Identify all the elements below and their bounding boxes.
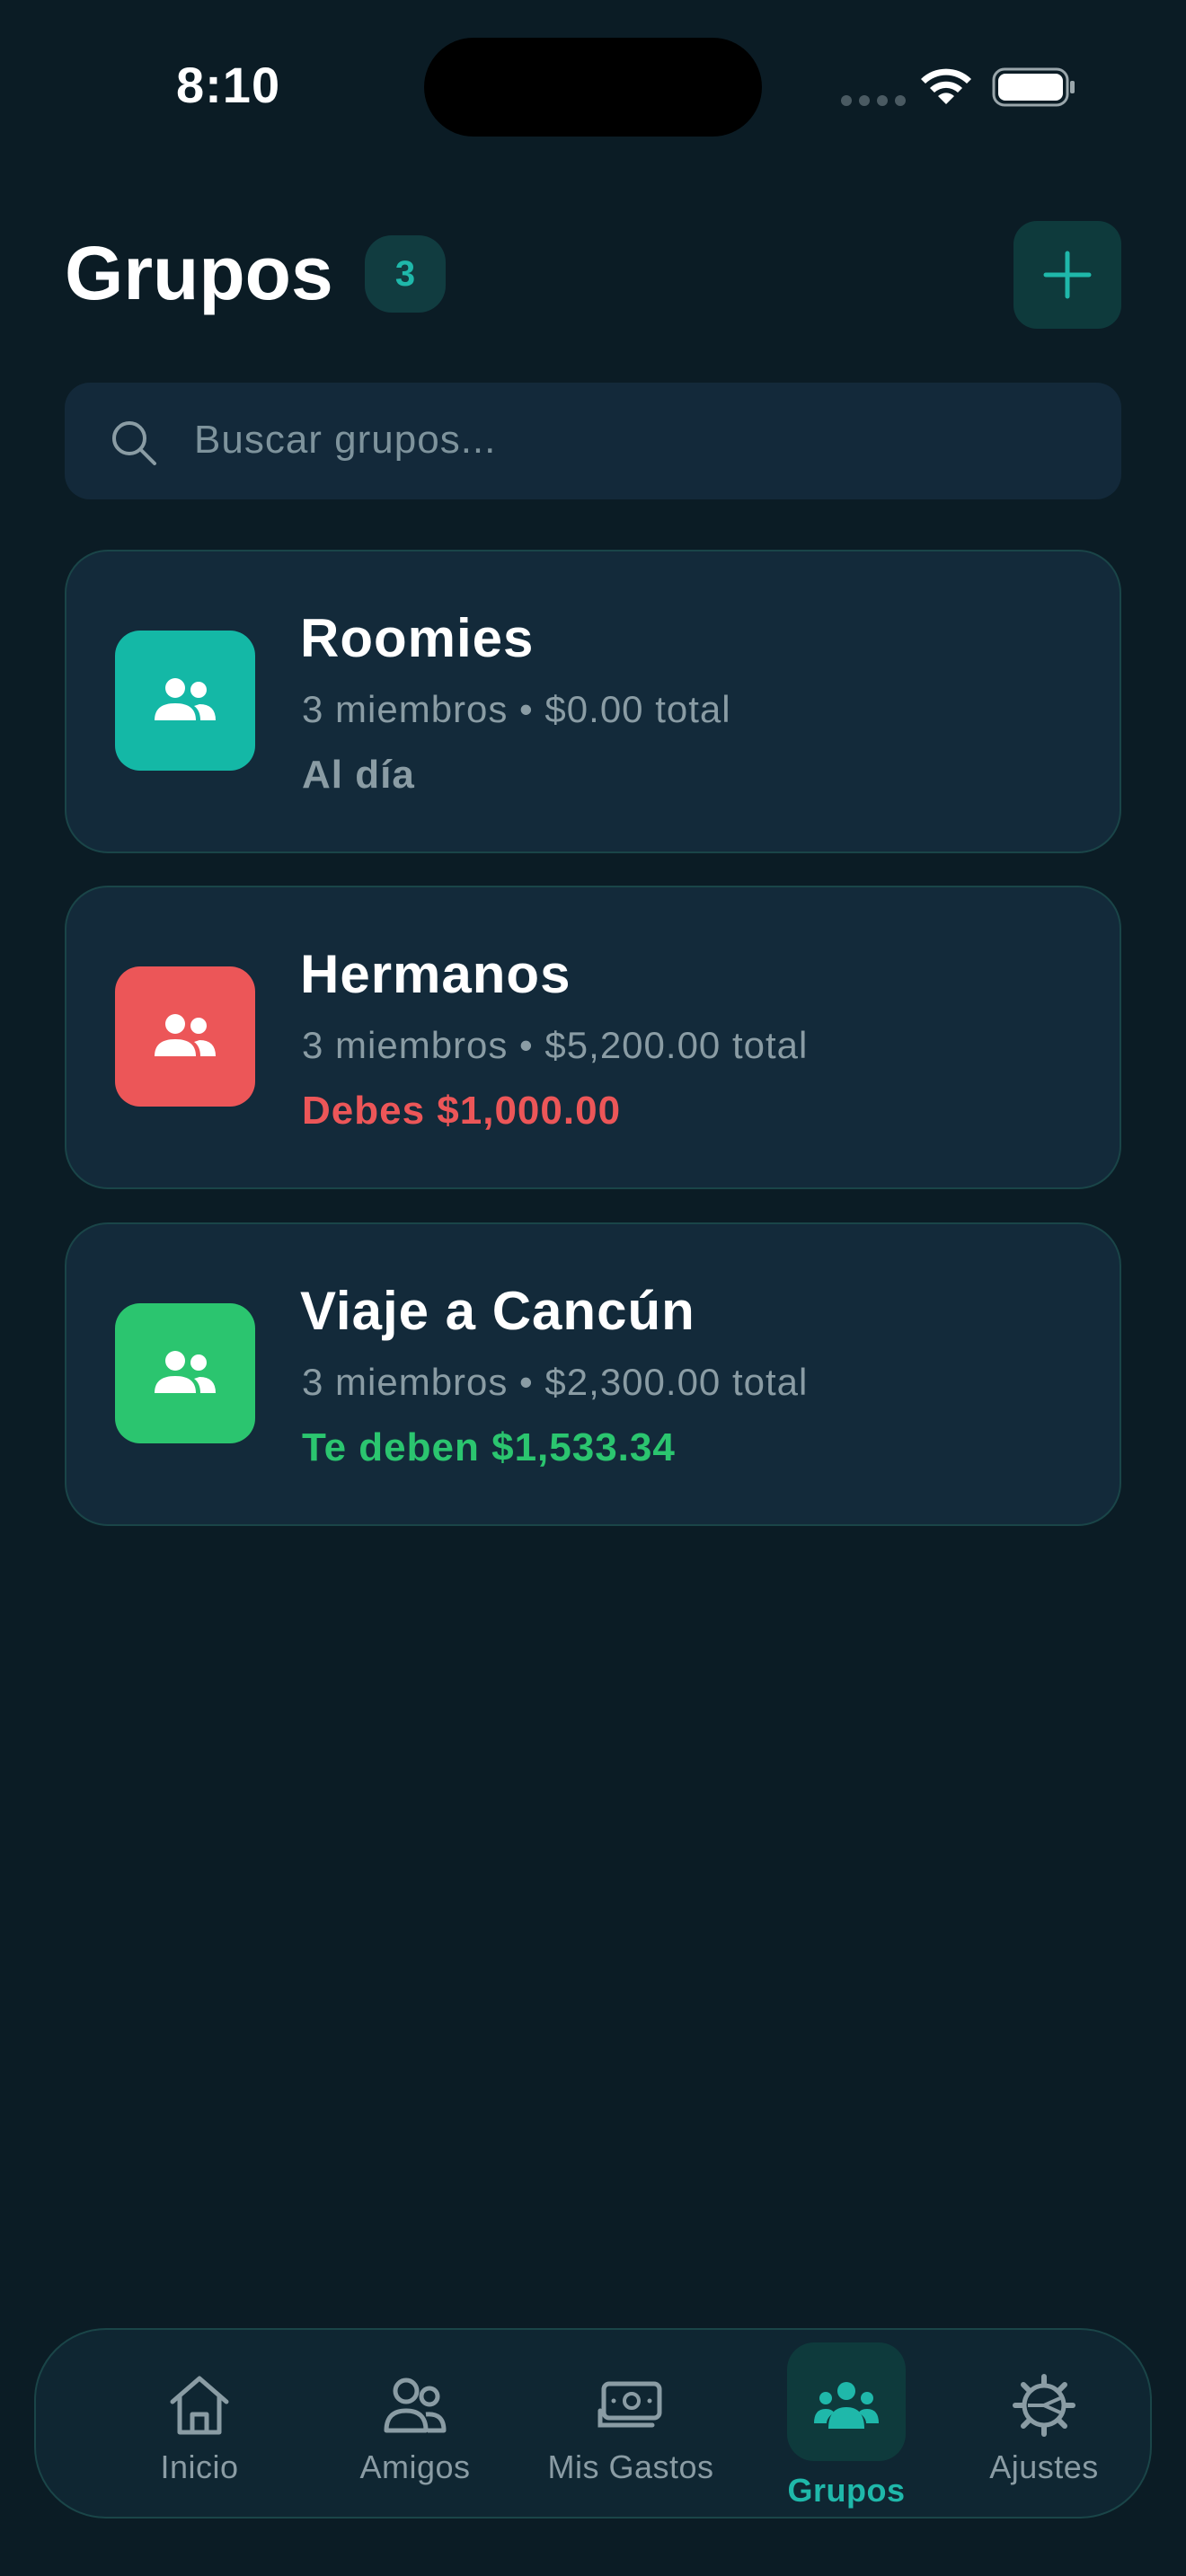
cellular-signal-icon	[841, 95, 906, 106]
group-avatar	[115, 966, 255, 1107]
dynamic-island	[424, 38, 762, 137]
people-icon	[155, 1351, 216, 1393]
tab-label: Inicio	[160, 2448, 239, 2485]
status-time: 8:10	[176, 57, 281, 113]
page-title: Grupos	[65, 231, 333, 315]
search-input[interactable]	[194, 395, 1093, 485]
tab-label: Amigos	[359, 2448, 471, 2485]
add-group-button[interactable]	[1013, 221, 1121, 329]
group-balance-status: Debes $1,000.00	[302, 1089, 622, 1133]
group-card-viaje-a-cancun[interactable]: Viaje a Cancún 3 miembros • $2,300.00 to…	[65, 1222, 1121, 1526]
bottom-tab-bar: Inicio Amigos Mis Gastos Grupos Ajustes	[34, 2328, 1152, 2519]
home-icon	[170, 2376, 229, 2435]
tab-inicio[interactable]: Inicio	[92, 2330, 307, 2520]
group-name: Roomies	[300, 608, 535, 668]
group-balance-status: Al día	[302, 753, 415, 797]
group-avatar	[115, 1303, 255, 1443]
tab-label: Grupos	[787, 2472, 906, 2509]
battery-icon	[992, 67, 1075, 107]
people-icon	[155, 1014, 216, 1056]
money-icon	[597, 2381, 662, 2428]
friends-icon	[384, 2378, 447, 2433]
group-meta: 3 miembros • $5,200.00 total	[302, 1024, 809, 1066]
tab-label: Ajustes	[989, 2448, 1099, 2485]
group-meta: 3 miembros • $2,300.00 total	[302, 1361, 809, 1403]
tab-amigos[interactable]: Amigos	[307, 2330, 523, 2520]
group-name: Viaje a Cancún	[300, 1281, 695, 1341]
plus-icon	[1043, 251, 1092, 299]
group-count-badge: 3	[365, 235, 446, 313]
wifi-icon	[921, 68, 971, 104]
group-card-roomies[interactable]: Roomies 3 miembros • $0.00 total Al día	[65, 550, 1121, 853]
tab-ajustes[interactable]: Ajustes	[954, 2330, 1134, 2520]
group-avatar	[115, 631, 255, 771]
search-icon	[112, 421, 156, 465]
groups-icon	[814, 2382, 879, 2429]
group-balance-status: Te deben $1,533.34	[302, 1425, 676, 1469]
group-card-hermanos[interactable]: Hermanos 3 miembros • $5,200.00 total De…	[65, 886, 1121, 1189]
group-name: Hermanos	[300, 944, 571, 1004]
people-icon	[155, 678, 216, 720]
status-bar: 8:10	[0, 0, 1186, 171]
tab-label: Mis Gastos	[547, 2448, 714, 2485]
tab-mis-gastos[interactable]: Mis Gastos	[523, 2330, 739, 2520]
group-meta: 3 miembros • $0.00 total	[302, 688, 731, 730]
tab-grupos[interactable]: Grupos	[739, 2330, 954, 2520]
settings-icon	[1013, 2374, 1075, 2437]
